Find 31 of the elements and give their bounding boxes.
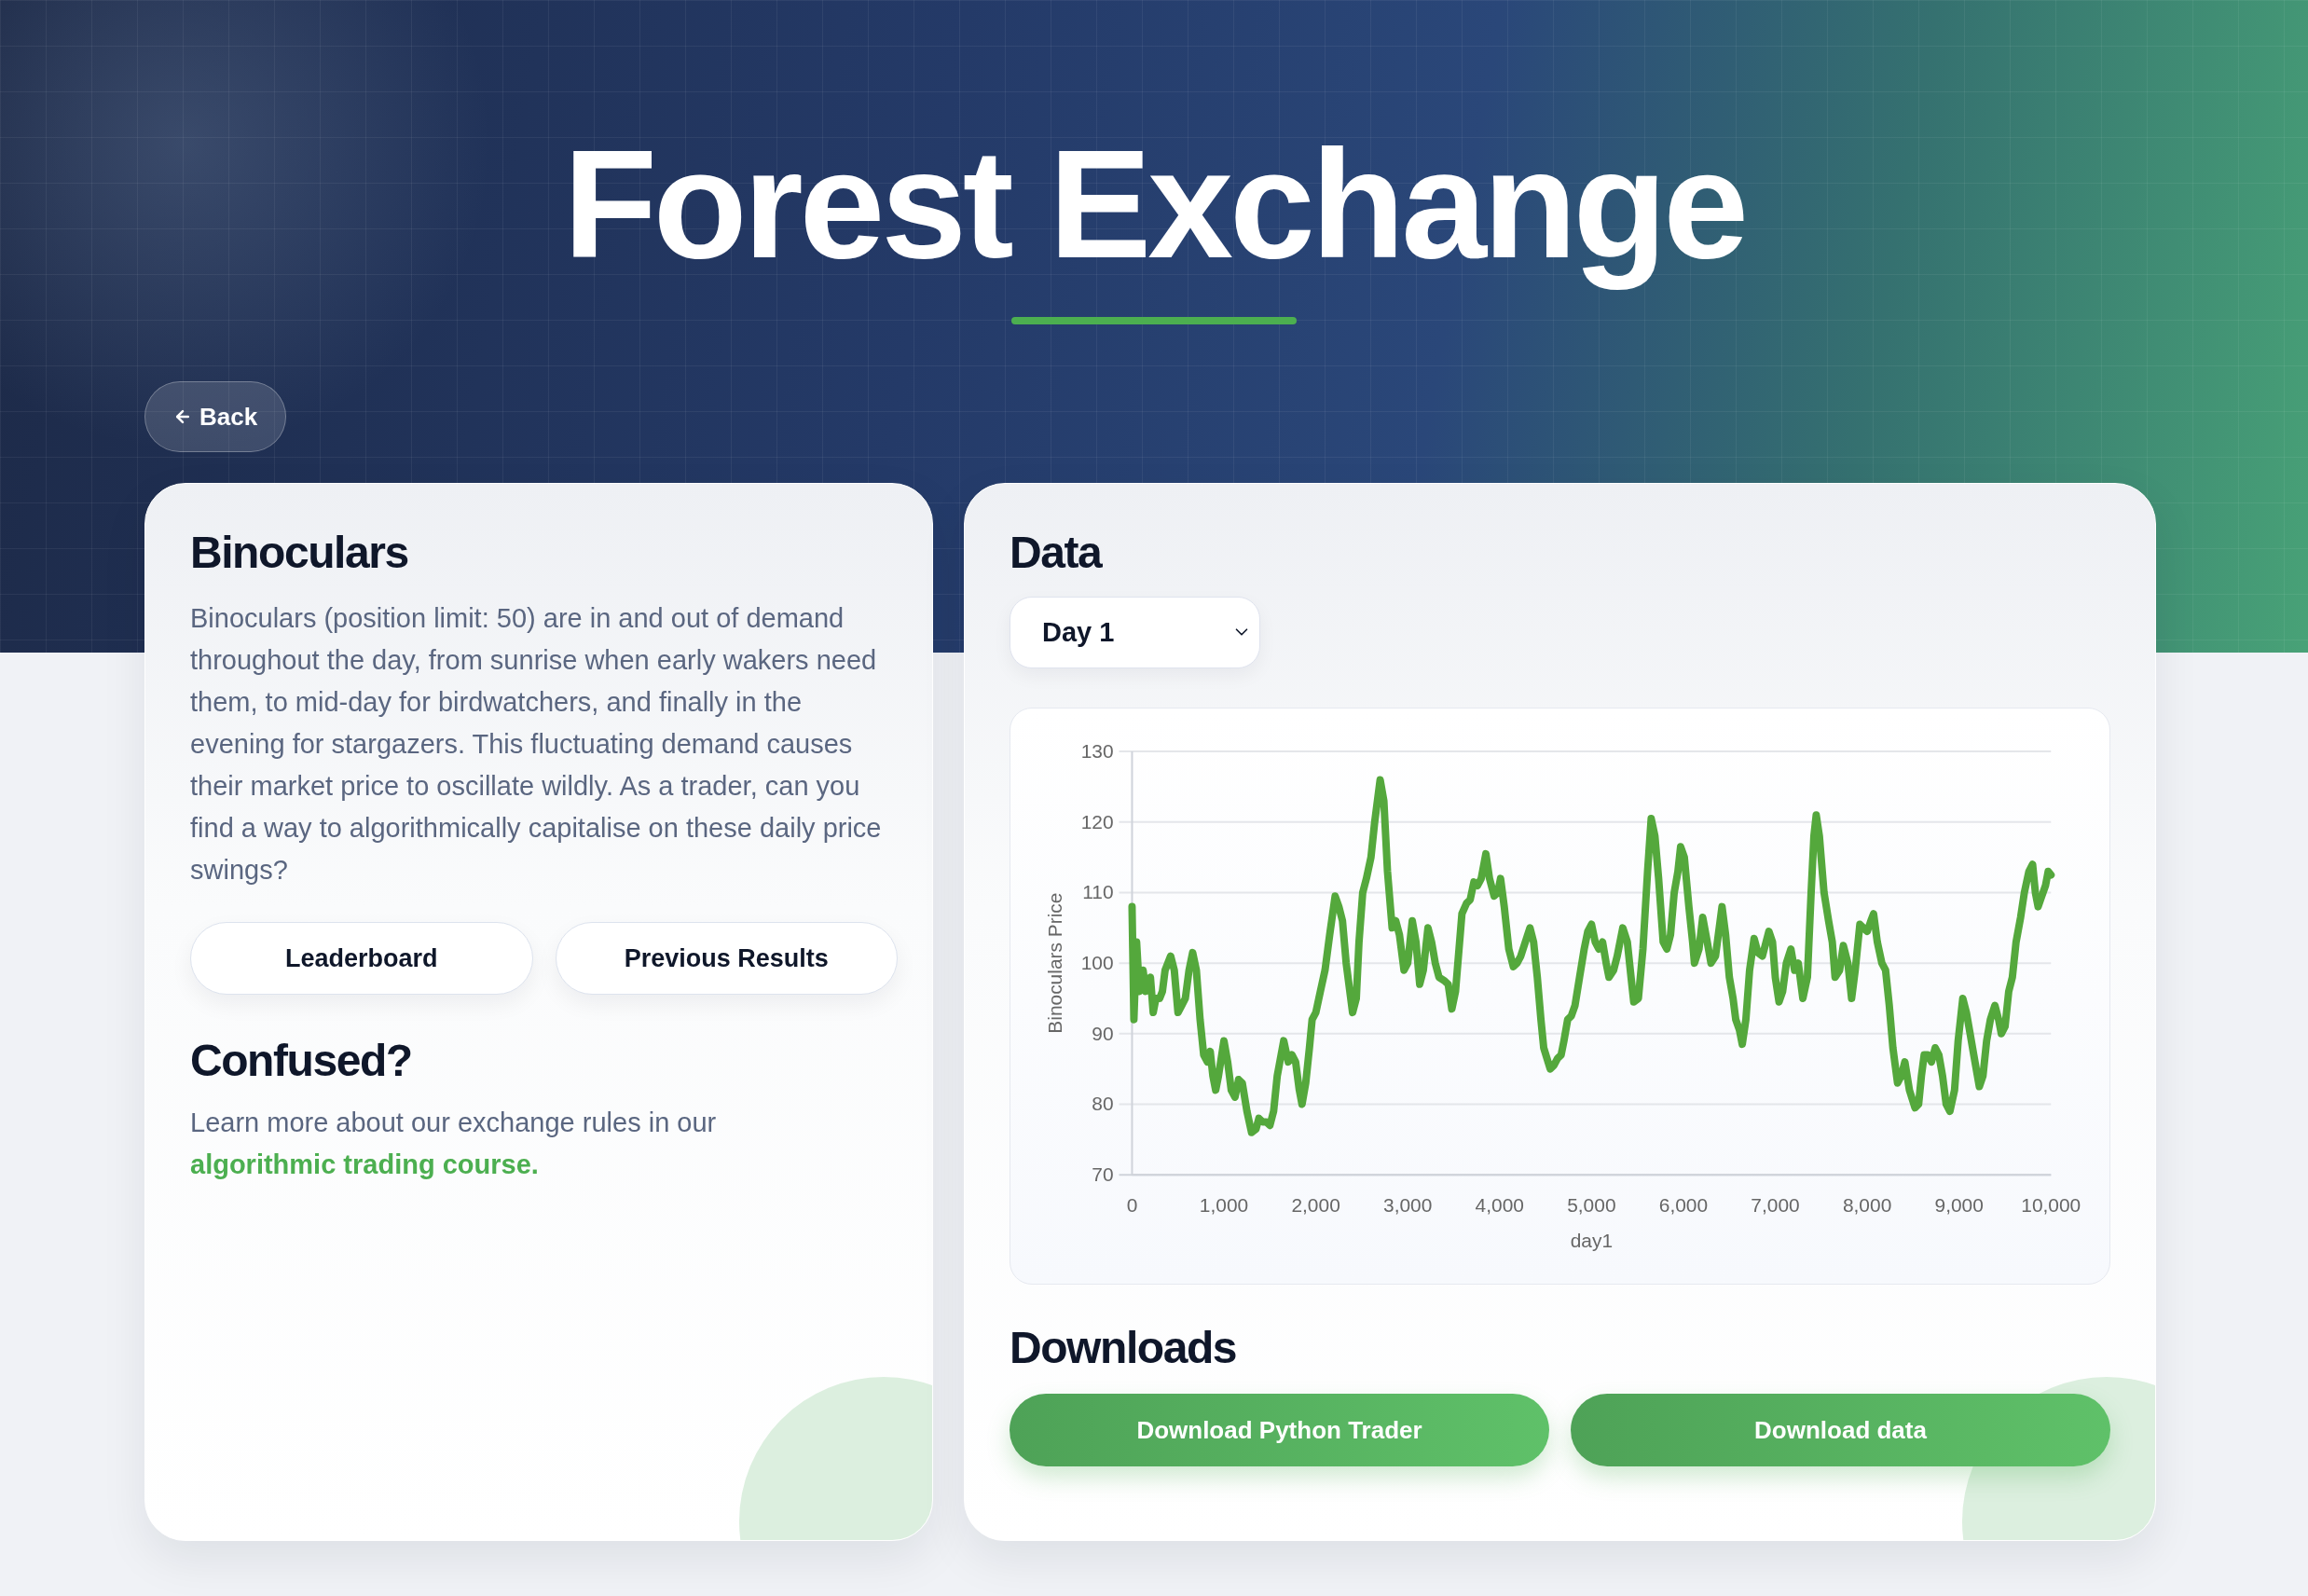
y-axis-tick-label: 100 (1080, 951, 1114, 973)
x-axis-tick-label: 0 (1126, 1193, 1138, 1216)
y-axis-tick-label: 130 (1080, 739, 1114, 762)
back-button[interactable]: Back (144, 381, 287, 453)
x-axis-tick-label: 10,000 (2021, 1193, 2081, 1216)
x-axis-tick-label: 3,000 (1383, 1193, 1433, 1216)
y-axis-tick-label: 90 (1092, 1022, 1114, 1044)
x-axis-tick-label: 9,000 (1934, 1193, 1984, 1216)
x-axis-tick-label: 5,000 (1567, 1193, 1616, 1216)
x-axis-tick-label: 1,000 (1199, 1193, 1249, 1216)
x-axis-tick-label: 8,000 (1842, 1193, 1892, 1216)
data-title: Data (1010, 527, 1102, 580)
x-axis-tick-label: 2,000 (1291, 1193, 1340, 1216)
x-axis-tick-label: 4,000 (1475, 1193, 1524, 1216)
product-description: Binoculars (position limit: 50) are in and out of demand throughout the day, from sunrise when early wakers need them, to mid-day for birdwatchers, and finally in the evening for stargazers. This fluctuating demand causes their market price to oscillate wildly. As a trader, can you find a way to algorithmically capitalise on these daily price swings? (190, 601, 883, 887)
outline-button[interactable]: Leaderboard (190, 921, 533, 995)
x-axis-title: day1 (1570, 1229, 1614, 1251)
downloads-title: Downloads (1010, 1321, 1237, 1374)
x-axis-tick-label: 7,000 (1751, 1193, 1800, 1216)
outline-button[interactable]: Previous Results (555, 921, 898, 995)
day-select[interactable]: Day 1 (1010, 596, 1260, 668)
help-title: Confused? (190, 1034, 412, 1087)
x-axis-tick-label: 6,000 (1658, 1193, 1709, 1216)
y-axis-title: Binoculars Price (1043, 892, 1065, 1034)
y-axis-tick-label: 110 (1082, 881, 1114, 903)
y-axis-tick-label: 120 (1080, 810, 1114, 832)
page-title: Forest Exchange (562, 117, 1746, 292)
y-axis-tick-label: 80 (1092, 1093, 1114, 1115)
product-title: Binoculars (190, 527, 408, 580)
help-text: Learn more about our exchange rules in our (190, 1108, 717, 1138)
y-axis-tick-label: 70 (1092, 1163, 1114, 1185)
